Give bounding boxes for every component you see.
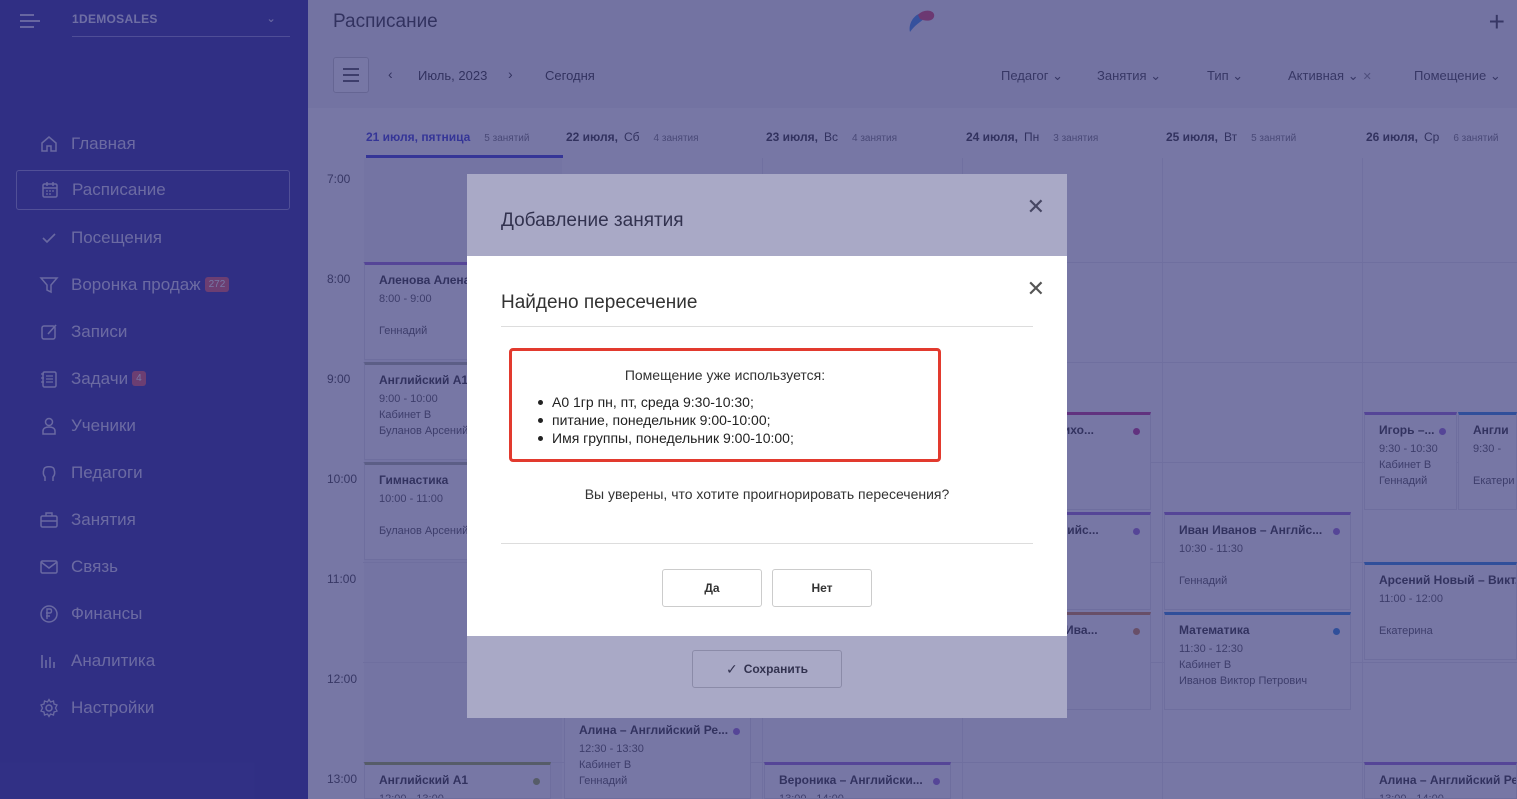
conflict-list-box: Помещение уже используется: А0 1гр пн, п… [509, 348, 941, 462]
conflict-heading: Помещение уже используется: [624, 367, 826, 383]
conflict-item: Имя группы, понедельник 9:00-10:00; [538, 429, 938, 447]
yes-button[interactable]: Да [662, 569, 762, 607]
divider [501, 543, 1033, 544]
conflict-item: питание, понедельник 9:00-10:00; [538, 411, 938, 429]
confirm-question: Вы уверены, что хотите проигнорировать п… [584, 486, 950, 502]
divider [501, 326, 1033, 327]
conflict-list: А0 1гр пн, пт, среда 9:30-10:30; питание… [512, 393, 938, 447]
conflict-dialog: Найдено пересечение ✕ Помещение уже испо… [467, 256, 1067, 636]
no-button[interactable]: Нет [772, 569, 872, 607]
conflict-item: А0 1гр пн, пт, среда 9:30-10:30; [538, 393, 938, 411]
close-icon[interactable]: ✕ [1027, 276, 1045, 302]
dialog-title: Найдено пересечение [501, 292, 698, 313]
